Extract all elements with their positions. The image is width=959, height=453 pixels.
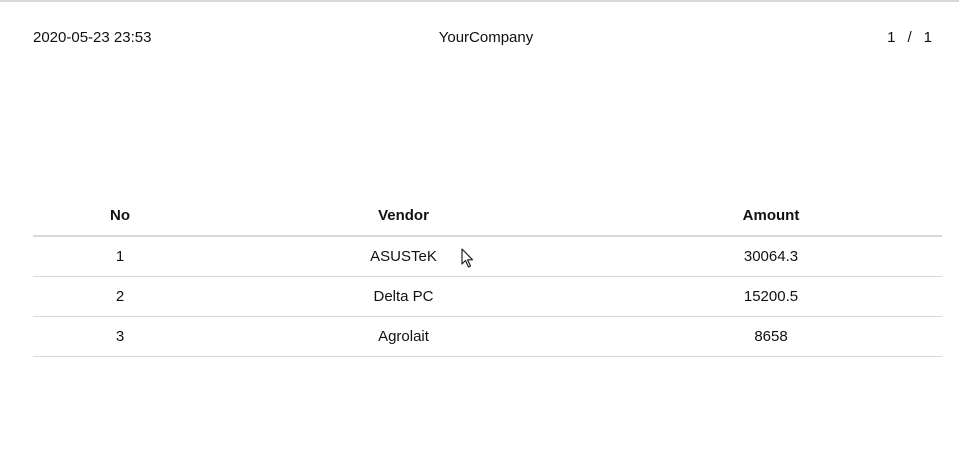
report-page: 2020-05-23 23:53 YourCompany 1/1 No Vend…: [0, 0, 959, 453]
column-header-vendor: Vendor: [207, 195, 600, 237]
table-row: 1 ASUSTeK 30064.3: [33, 236, 942, 277]
table-row: 2 Delta PC 15200.5: [33, 276, 942, 317]
cell-vendor: Delta PC: [207, 276, 600, 317]
cell-amount: 30064.3: [600, 236, 942, 277]
cell-no: 2: [33, 276, 207, 317]
cell-no: 1: [33, 236, 207, 277]
cell-amount: 8658: [600, 316, 942, 357]
table-header-row: No Vendor Amount: [33, 195, 942, 237]
cell-vendor: Agrolait: [207, 316, 600, 357]
column-header-amount: Amount: [600, 195, 942, 237]
page-current: 1: [887, 29, 896, 46]
page-total: 1: [923, 29, 932, 46]
cell-vendor: ASUSTeK: [207, 236, 600, 277]
cell-no: 3: [33, 316, 207, 357]
table-row: 3 Agrolait 8658: [33, 316, 942, 357]
company-name: YourCompany: [438, 29, 534, 46]
mouse-pointer-icon: [461, 248, 474, 268]
cell-amount: 15200.5: [600, 276, 942, 317]
report-header: 2020-05-23 23:53 YourCompany 1/1: [0, 29, 959, 49]
page-counter: 1 / 1: [887, 29, 932, 46]
vendor-amount-table: No Vendor Amount 1 ASUSTeK 30064.3 2 Del…: [33, 195, 942, 357]
page-separator: /: [907, 29, 912, 46]
column-header-no: No: [33, 195, 207, 237]
